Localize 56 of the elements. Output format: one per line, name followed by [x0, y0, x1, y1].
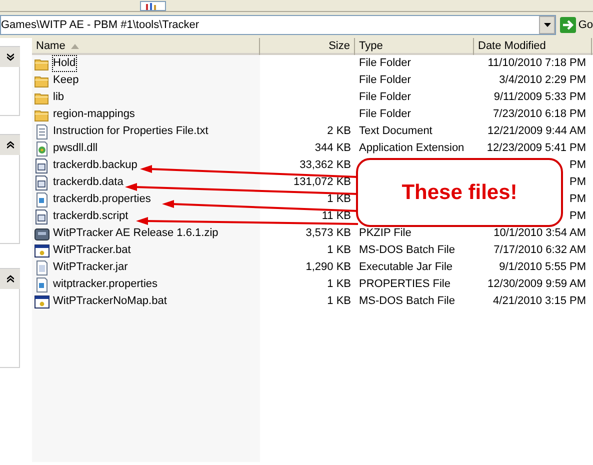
file-type: PROPERTIES File: [359, 278, 450, 290]
file-size: 1 KB: [327, 295, 351, 308]
date-modified: 10/1/2010 3:54 AM: [494, 227, 586, 240]
file-size: 1 KB: [327, 278, 351, 290]
file-size: 2 KB: [327, 125, 351, 138]
double-chevron-down-icon: [6, 53, 14, 61]
date-modified: 12/21/2009 9:44 AM: [488, 125, 586, 138]
file-size: 1 KB: [327, 244, 351, 256]
double-chevron-up-icon: [6, 275, 14, 283]
file-size: 33,362 KB: [300, 159, 351, 172]
file-type: MS-DOS Batch File: [359, 295, 455, 308]
date-modified: 7/17/2010 6:32 AM: [494, 244, 586, 256]
package-icon: [34, 226, 50, 242]
double-chevron-up-icon: [6, 141, 14, 149]
file-type: PKZIP File: [359, 227, 412, 240]
column-header[interactable]: Date Modified: [474, 38, 592, 54]
expand-button[interactable]: [0, 47, 20, 67]
collapse-button[interactable]: [0, 135, 20, 155]
collapse-button[interactable]: [0, 269, 20, 289]
address-text: Games\WITP AE - PBM #1\tools\Tracker: [1, 18, 200, 33]
column-header[interactable]: Size: [260, 38, 355, 54]
date-modified: 3/4/2010 2:29 PM: [499, 74, 586, 86]
date-modified: 7/23/2010 6:18 PM: [493, 108, 586, 120]
date-modified: PM: [570, 159, 586, 172]
column-header[interactable]: Type: [355, 38, 474, 54]
file-name[interactable]: Hold: [52, 55, 77, 72]
file-type: File Folder: [359, 57, 411, 70]
file-name[interactable]: Keep: [52, 72, 80, 89]
file-type: File Folder: [359, 74, 411, 86]
file-type: File Folder: [359, 91, 411, 104]
file-type: Text Document: [359, 125, 432, 138]
file-size: 3,573 KB: [306, 227, 351, 240]
callout-text: These files!: [356, 158, 563, 227]
date-modified: 4/21/2010 3:15 PM: [493, 295, 586, 308]
file-size: 1,290 KB: [306, 261, 351, 274]
file-size: 344 KB: [314, 142, 351, 154]
date-modified: 12/30/2009 9:59 AM: [488, 278, 586, 290]
date-modified: 11/10/2010 7:18 PM: [488, 57, 586, 70]
file-name[interactable]: lib: [52, 89, 66, 106]
go-button[interactable]: Go: [560, 16, 593, 34]
date-modified: 12/23/2009 5:41 PM: [486, 142, 586, 154]
file-type: File Folder: [359, 108, 411, 120]
views-icon[interactable]: [140, 1, 166, 11]
file-size: 11 KB: [322, 210, 351, 222]
date-modified: PM: [570, 193, 586, 206]
date-modified: 9/1/2010 5:55 PM: [499, 261, 586, 274]
address-field[interactable]: Games\WITP AE - PBM #1\tools\Tracker: [0, 15, 556, 35]
date-modified: 9/11/2009 5:33 PM: [494, 91, 586, 104]
file-type: Application Extension: [359, 142, 464, 154]
date-modified: PM: [570, 210, 586, 222]
sort-arrow-icon: [71, 44, 80, 49]
file-type: Executable Jar File: [359, 261, 453, 274]
date-modified: PM: [570, 176, 586, 188]
file-type: MS-DOS Batch File: [359, 244, 455, 256]
file-size: 1 KB: [327, 193, 351, 206]
file-size: 131,072 KB: [294, 176, 351, 188]
